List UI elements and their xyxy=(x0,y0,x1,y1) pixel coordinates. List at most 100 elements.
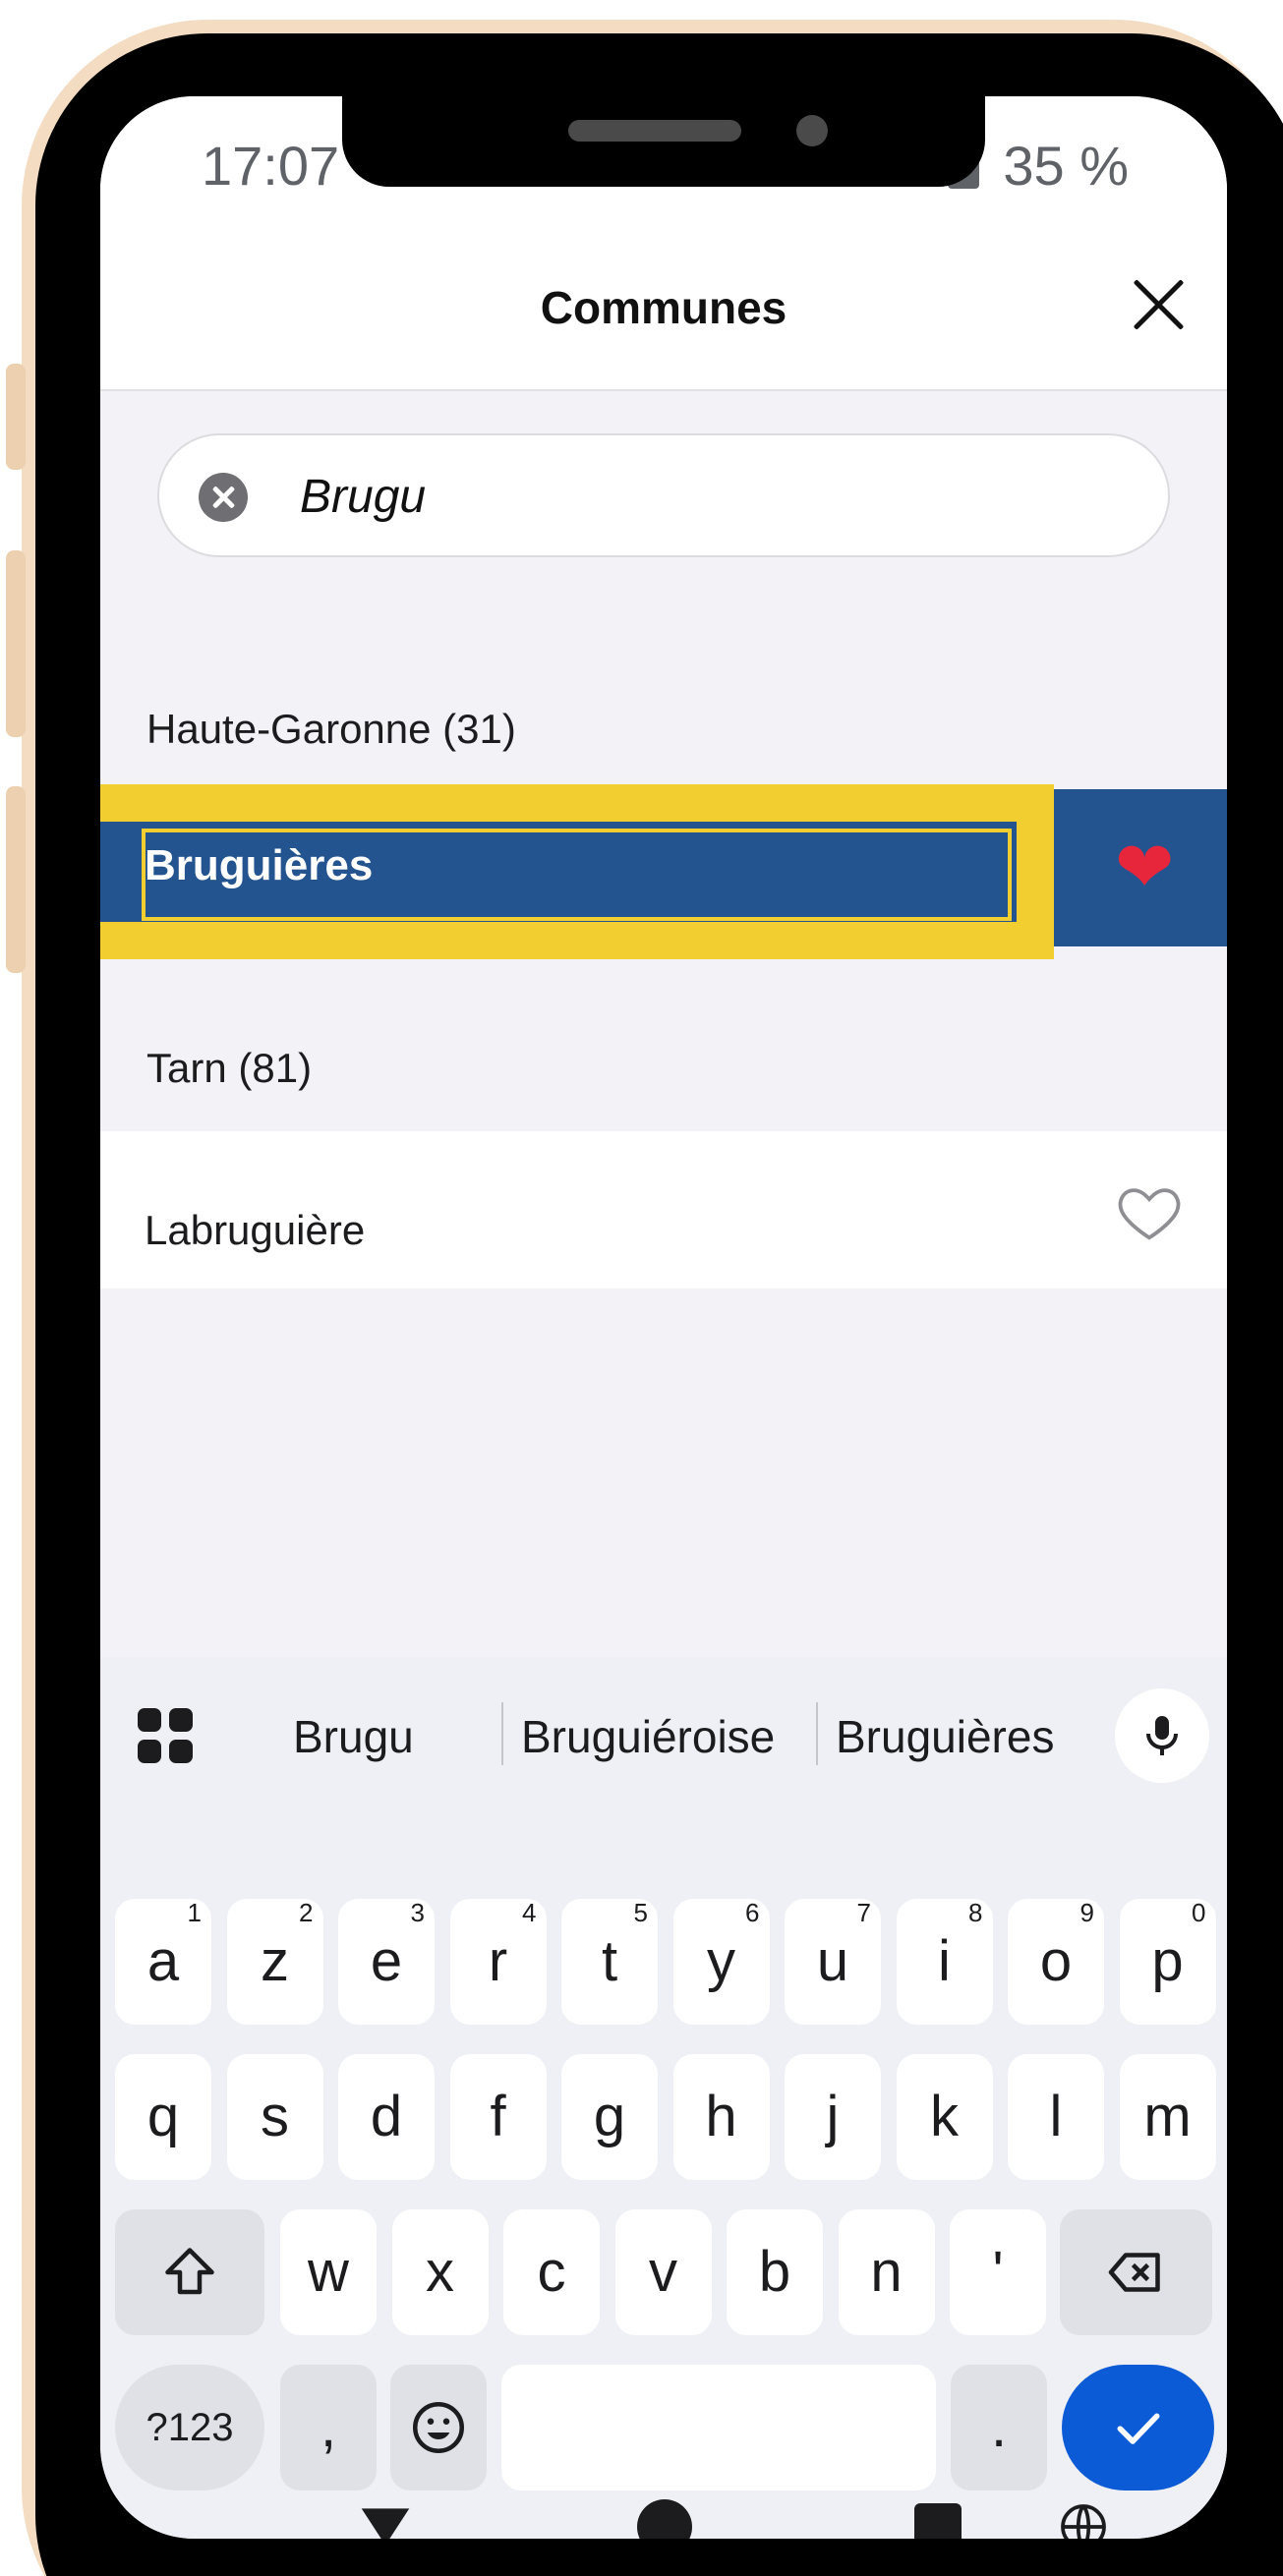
battery-level: 35 % xyxy=(1003,135,1129,197)
key-a[interactable]: a1 xyxy=(115,1898,211,2025)
microphone-icon[interactable] xyxy=(1115,1689,1209,1783)
key-label: u xyxy=(816,1929,849,1993)
key-apostrophe[interactable]: ' xyxy=(950,2209,1046,2335)
key-label: n xyxy=(870,2240,903,2304)
key-label: d xyxy=(370,2085,403,2148)
key-l[interactable]: l xyxy=(1008,2054,1104,2180)
section-header-haute-garonne: Haute-Garonne (31) xyxy=(146,706,516,752)
key-label: h xyxy=(705,2085,737,2148)
key-label: ' xyxy=(992,2240,1004,2304)
clear-search-icon[interactable] xyxy=(199,473,248,522)
key-j[interactable]: j xyxy=(785,2054,881,2180)
key-label: i xyxy=(938,1929,951,1993)
result-name: Labruguière xyxy=(145,1207,366,1253)
key-q[interactable]: q xyxy=(115,2054,211,2180)
key-label: b xyxy=(758,2240,791,2304)
apps-grid-icon[interactable] xyxy=(138,1708,193,1763)
key-h[interactable]: h xyxy=(672,2054,770,2180)
phone-side-button xyxy=(6,786,26,973)
key-label: j xyxy=(826,2085,840,2148)
favorite-heart-filled-icon[interactable]: ❤ xyxy=(1115,832,1184,903)
key-number-hint: 1 xyxy=(187,1898,202,1927)
key-i[interactable]: i8 xyxy=(896,1898,993,2025)
key-label: o xyxy=(1039,1929,1073,1993)
key-number-hint: 0 xyxy=(1192,1898,1206,1927)
search-bar xyxy=(157,433,1170,557)
phone-screen: 17:07 35 % Communes Haute-Garonne (31) B… xyxy=(100,96,1227,2539)
key-g[interactable]: g xyxy=(561,2054,658,2180)
home-icon[interactable] xyxy=(637,2499,692,2539)
shift-key[interactable] xyxy=(115,2209,264,2335)
key-w[interactable]: w xyxy=(280,2209,377,2335)
status-time: 17:07 xyxy=(202,135,340,197)
key-p[interactable]: p0 xyxy=(1119,1898,1216,2025)
period-key[interactable]: . xyxy=(951,2365,1047,2490)
comma-key[interactable]: , xyxy=(280,2365,377,2490)
key-label: c xyxy=(537,2240,566,2304)
key-label: k xyxy=(930,2085,959,2148)
favorite-heart-outline-icon[interactable] xyxy=(1115,1177,1184,1246)
key-k[interactable]: k xyxy=(896,2054,993,2180)
key-number-hint: 4 xyxy=(522,1898,537,1927)
phone-side-button xyxy=(6,364,26,470)
back-icon[interactable] xyxy=(358,2499,413,2539)
phone-side-button xyxy=(6,550,26,737)
key-c[interactable]: c xyxy=(503,2209,600,2335)
key-label: g xyxy=(593,2085,626,2148)
key-label: p xyxy=(1151,1929,1184,1993)
key-t[interactable]: t5 xyxy=(561,1898,658,2025)
key-label: s xyxy=(261,2085,289,2148)
symbols-key[interactable]: ?123 xyxy=(115,2365,264,2490)
key-label: z xyxy=(261,1929,289,1993)
key-f[interactable]: f xyxy=(449,2054,547,2180)
key-m[interactable]: m xyxy=(1119,2054,1216,2180)
key-label: a xyxy=(146,1929,180,1993)
key-number-hint: 7 xyxy=(856,1898,871,1927)
key-e[interactable]: e3 xyxy=(338,1898,435,2025)
space-key[interactable] xyxy=(501,2365,936,2490)
key-label: q xyxy=(146,2085,180,2148)
key-v[interactable]: v xyxy=(614,2209,712,2335)
enter-key[interactable] xyxy=(1062,2365,1214,2490)
key-label: v xyxy=(649,2240,677,2304)
key-label: x xyxy=(426,2240,454,2304)
key-number-hint: 6 xyxy=(745,1898,760,1927)
key-label: e xyxy=(370,1929,403,1993)
result-name: Bruguières xyxy=(145,841,374,889)
app-header: Communes xyxy=(100,204,1227,391)
key-label: m xyxy=(1143,2085,1192,2148)
suggestion-divider xyxy=(501,1702,503,1765)
section-header-tarn: Tarn (81) xyxy=(146,1045,313,1091)
key-x[interactable]: x xyxy=(391,2209,489,2335)
key-u[interactable]: u7 xyxy=(785,1898,881,2025)
suggestion-3[interactable]: Bruguières xyxy=(836,1710,1054,1763)
key-label: t xyxy=(601,1929,618,1993)
keyboard: Brugu Bruguiéroise Bruguières a1z2e3r4t5… xyxy=(100,1657,1227,2539)
key-z[interactable]: z2 xyxy=(226,1898,323,2025)
key-b[interactable]: b xyxy=(727,2209,823,2335)
emoji-key[interactable] xyxy=(390,2365,487,2490)
key-y[interactable]: y6 xyxy=(672,1898,770,2025)
front-camera xyxy=(796,115,828,146)
key-s[interactable]: s xyxy=(226,2054,323,2180)
key-r[interactable]: r4 xyxy=(449,1898,547,2025)
key-label: l xyxy=(1049,2085,1063,2148)
search-input[interactable] xyxy=(300,465,1126,528)
suggestion-1[interactable]: Brugu xyxy=(293,1710,414,1763)
key-o[interactable]: o9 xyxy=(1008,1898,1104,2025)
page-title: Communes xyxy=(540,282,787,333)
key-label: r xyxy=(488,1929,508,1993)
recents-icon[interactable] xyxy=(914,2503,962,2539)
key-number-hint: 5 xyxy=(633,1898,648,1927)
key-label: y xyxy=(707,1929,735,1993)
system-nav-bar xyxy=(100,2499,1227,2539)
close-icon[interactable] xyxy=(1129,275,1188,334)
suggestion-divider xyxy=(816,1702,818,1765)
suggestion-2[interactable]: Bruguiéroise xyxy=(521,1710,775,1763)
key-d[interactable]: d xyxy=(338,2054,435,2180)
key-label: f xyxy=(490,2085,506,2148)
backspace-key[interactable] xyxy=(1060,2209,1212,2335)
language-globe-icon[interactable] xyxy=(1056,2499,1111,2539)
key-n[interactable]: n xyxy=(838,2209,935,2335)
speaker-grille xyxy=(568,120,741,142)
